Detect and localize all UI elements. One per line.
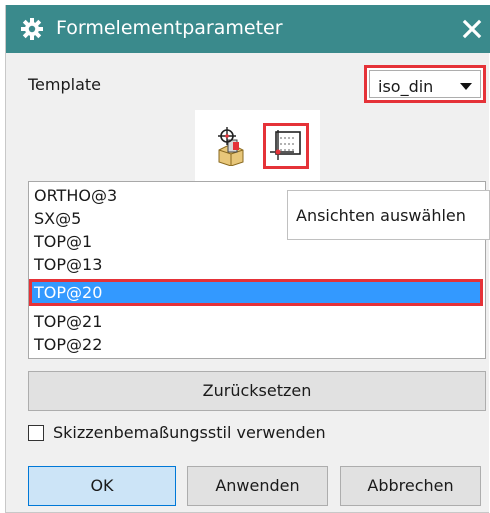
- chevron-down-icon: [460, 83, 472, 90]
- template-value: iso_din: [378, 77, 434, 96]
- list-item[interactable]: TOP@21: [31, 310, 481, 333]
- sketch-style-label: Skizzenbemaßungsstil verwenden: [53, 423, 326, 442]
- apply-button[interactable]: Anwenden: [187, 466, 328, 506]
- template-dropdown[interactable]: iso_din: [364, 65, 486, 103]
- dialog-title: Formelementparameter: [56, 17, 283, 39]
- list-item[interactable]: TOP@13: [31, 253, 481, 276]
- select-views-icon: [270, 130, 301, 160]
- list-item-selected[interactable]: TOP@20: [29, 279, 483, 306]
- select-model-icon[interactable]: [213, 126, 249, 166]
- reset-button[interactable]: Zurücksetzen: [28, 371, 486, 411]
- select-views-button[interactable]: [263, 123, 309, 169]
- gear-icon: [21, 18, 43, 40]
- tooltip: Ansichten auswählen: [287, 190, 490, 240]
- template-label: Template: [28, 75, 102, 94]
- cancel-button[interactable]: Abbrechen: [340, 466, 481, 506]
- ok-button[interactable]: OK: [28, 466, 176, 506]
- list-item[interactable]: TOP@22: [31, 333, 481, 356]
- title-bar[interactable]: Formelementparameter: [6, 5, 490, 53]
- sketch-style-checkbox[interactable]: [28, 425, 44, 441]
- formelement-dialog: Formelementparameter Template iso_din OR…: [5, 5, 490, 513]
- close-icon[interactable]: [458, 15, 486, 43]
- selection-toolbar: [195, 110, 320, 182]
